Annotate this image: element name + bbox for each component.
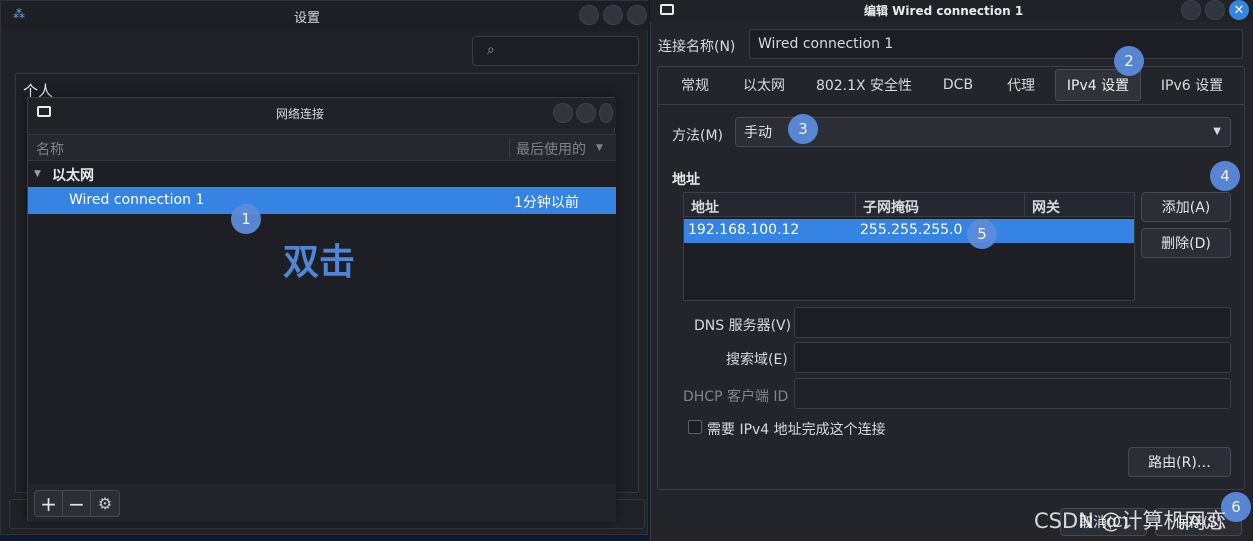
close-icon: ✕ [1233, 2, 1245, 18]
method-value: 手动 [744, 125, 772, 141]
step-badge-3: 3 [788, 114, 818, 144]
network-maximize-button[interactable] [576, 103, 596, 123]
column-header-last-used[interactable]: 最后使用的 [516, 139, 586, 159]
editor-network-icon [660, 4, 674, 15]
delete-address-button[interactable]: 删除(D) [1141, 228, 1231, 258]
search-domain-field[interactable] [794, 342, 1231, 373]
gear-icon: ⚙ [97, 494, 113, 513]
column-divider-1 [855, 193, 856, 217]
add-address-button[interactable]: 添加(A) [1141, 192, 1231, 222]
group-ethernet: 以太网 [52, 168, 94, 184]
method-label: 方法(M) [672, 128, 724, 144]
step-badge-4: 4 [1210, 161, 1240, 191]
tab-dcb[interactable]: DCB [930, 68, 986, 102]
tab-ipv6-settings[interactable]: IPv6 设置 [1150, 68, 1234, 102]
tab-separator [658, 104, 1244, 105]
expander-icon[interactable]: ▼ [34, 169, 41, 179]
dns-field[interactable] [794, 307, 1231, 338]
app-icon: ⁂ [13, 7, 25, 21]
address-table: 地址 子网掩码 网关 192.168.100.12 255.255.255.0 [683, 192, 1135, 301]
column-header-address[interactable]: 地址 [691, 197, 719, 217]
editor-title: 编辑 Wired connection 1 [864, 4, 1024, 18]
chevron-down-icon: ▼ [1213, 126, 1221, 137]
column-divider-2 [1024, 193, 1025, 217]
close-button[interactable] [627, 5, 647, 25]
search-icon: ⌕ [487, 42, 495, 58]
watermark: CSDN @计算机网恋 [1034, 509, 1227, 533]
routes-button[interactable]: 路由(R)… [1128, 447, 1231, 477]
connection-last-used: 1分钟以前 [514, 195, 579, 211]
address-heading: 地址 [672, 172, 700, 188]
step-badge-5: 5 [967, 219, 997, 249]
tab-proxy[interactable]: 代理 [994, 68, 1048, 102]
tab-ethernet[interactable]: 以太网 [733, 68, 795, 102]
dhcp-client-id-field[interactable] [794, 378, 1231, 409]
network-close-button[interactable] [599, 103, 613, 123]
minimize-button[interactable] [579, 5, 599, 25]
dns-label: DNS 服务器(V) [694, 318, 792, 334]
settings-title: 设置 [294, 11, 321, 26]
dhcp-client-id-label: DHCP 客户端 ID [683, 389, 789, 405]
network-window: 网络连接 名称 最后使用的 ▼ ▼ 以太网 Wired connection 1… [27, 97, 616, 522]
cell-address[interactable]: 192.168.100.12 [688, 222, 799, 238]
require-ipv4-label[interactable]: 需要 IPv4 地址完成这个连接 [707, 419, 886, 439]
connection-list: 名称 最后使用的 ▼ ▼ 以太网 Wired connection 1 1分钟以… [28, 134, 616, 484]
cell-netmask[interactable]: 255.255.255.0 [860, 222, 962, 238]
maximize-button[interactable] [603, 5, 623, 25]
remove-connection-button[interactable]: − [62, 490, 91, 517]
tab-8021x-security[interactable]: 802.1X 安全性 [808, 68, 920, 102]
column-header-gateway[interactable]: 网关 [1032, 197, 1060, 217]
connection-name: Wired connection 1 [69, 192, 205, 208]
add-connection-button[interactable]: + [34, 490, 63, 517]
editor-minimize-button[interactable] [1181, 0, 1201, 20]
column-header-name[interactable]: 名称 [36, 139, 64, 159]
settings-titlebar [1, 1, 649, 31]
network-minimize-button[interactable] [553, 103, 573, 123]
column-header-netmask[interactable]: 子网掩码 [863, 197, 919, 217]
connection-settings-button[interactable]: ⚙ [90, 490, 120, 517]
search-domain-label: 搜索域(E) [726, 352, 788, 368]
step-badge-1: 1 [231, 204, 261, 234]
connection-name-value: Wired connection 1 [758, 36, 894, 52]
sort-arrow-icon: ▼ [596, 143, 603, 153]
column-divider [509, 137, 510, 159]
search-input[interactable] [472, 36, 639, 66]
network-icon [37, 106, 51, 117]
connection-name-label: 连接名称(N) [658, 39, 736, 55]
tab-general[interactable]: 常规 [668, 68, 722, 102]
annotation-double-click: 双击 [283, 242, 356, 283]
require-ipv4-checkbox[interactable] [688, 420, 702, 434]
editor-close-button[interactable]: ✕ [1229, 0, 1249, 20]
step-badge-2: 2 [1114, 46, 1144, 76]
network-title: 网络连接 [276, 107, 325, 121]
editor-maximize-button[interactable] [1205, 0, 1225, 20]
